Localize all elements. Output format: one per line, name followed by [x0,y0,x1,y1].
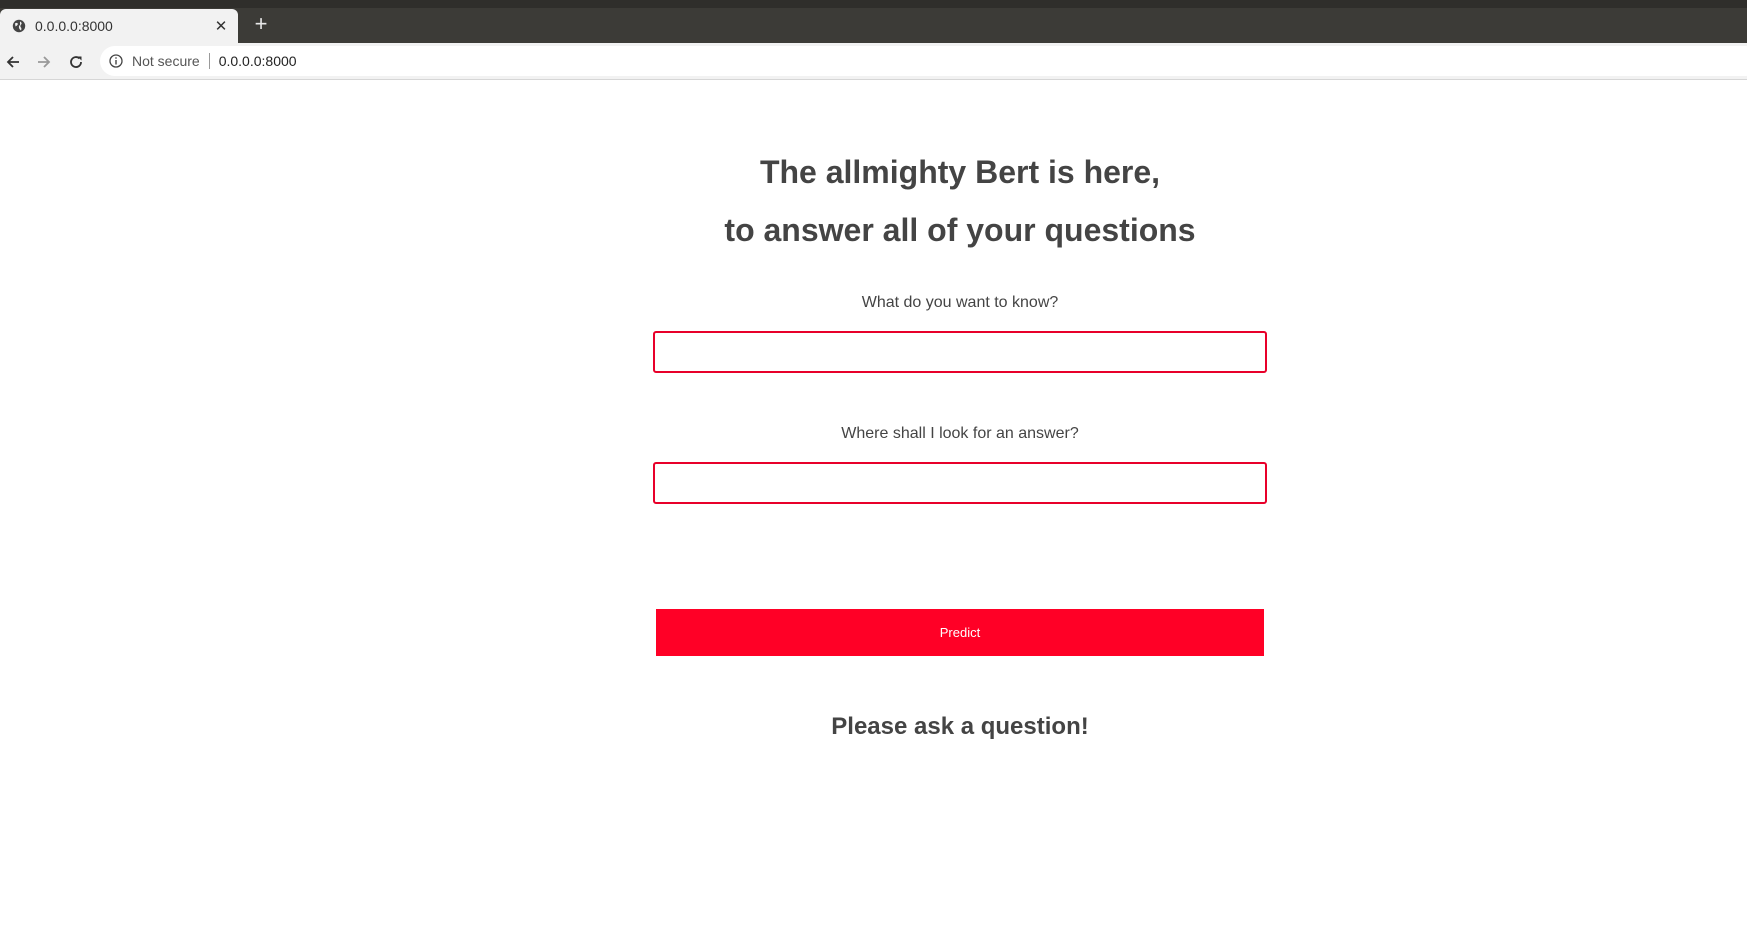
url-text: 0.0.0.0:8000 [218,53,297,69]
context-input[interactable] [653,462,1267,504]
forward-arrow-icon[interactable] [33,51,55,73]
context-label: Where shall I look for an answer? [841,425,1079,442]
page-subtitle: to answer all of your questions [560,212,1360,249]
predict-button[interactable]: Predict [656,609,1264,656]
page-content: The allmighty Bert is here, to answer al… [0,81,1747,931]
question-label: What do you want to know? [861,294,1059,311]
security-label: Not secure [132,53,200,69]
question-input[interactable] [653,331,1267,373]
page-title: The allmighty Bert is here, [560,154,1360,191]
browser-tab-bar: 0.0.0.0:8000 ✕ + [0,0,1747,43]
heading-line-1: The allmighty Bert is here, [759,154,1161,190]
heading-line-2: to answer all of your questions [724,212,1196,248]
tab-title: 0.0.0.0:8000 [35,18,113,34]
divider [208,53,210,69]
address-bar[interactable]: Not secure 0.0.0.0:8000 [100,46,1747,76]
reload-icon[interactable] [65,51,87,73]
globe-icon [11,19,26,34]
close-icon[interactable]: ✕ [212,17,230,35]
browser-toolbar: Not secure 0.0.0.0:8000 [0,43,1747,80]
info-icon[interactable] [108,53,124,69]
result-text: Please ask a question! [831,713,1089,740]
back-arrow-icon[interactable] [2,51,24,73]
new-tab-button[interactable]: + [250,13,272,35]
browser-tab[interactable]: 0.0.0.0:8000 ✕ [0,9,238,43]
